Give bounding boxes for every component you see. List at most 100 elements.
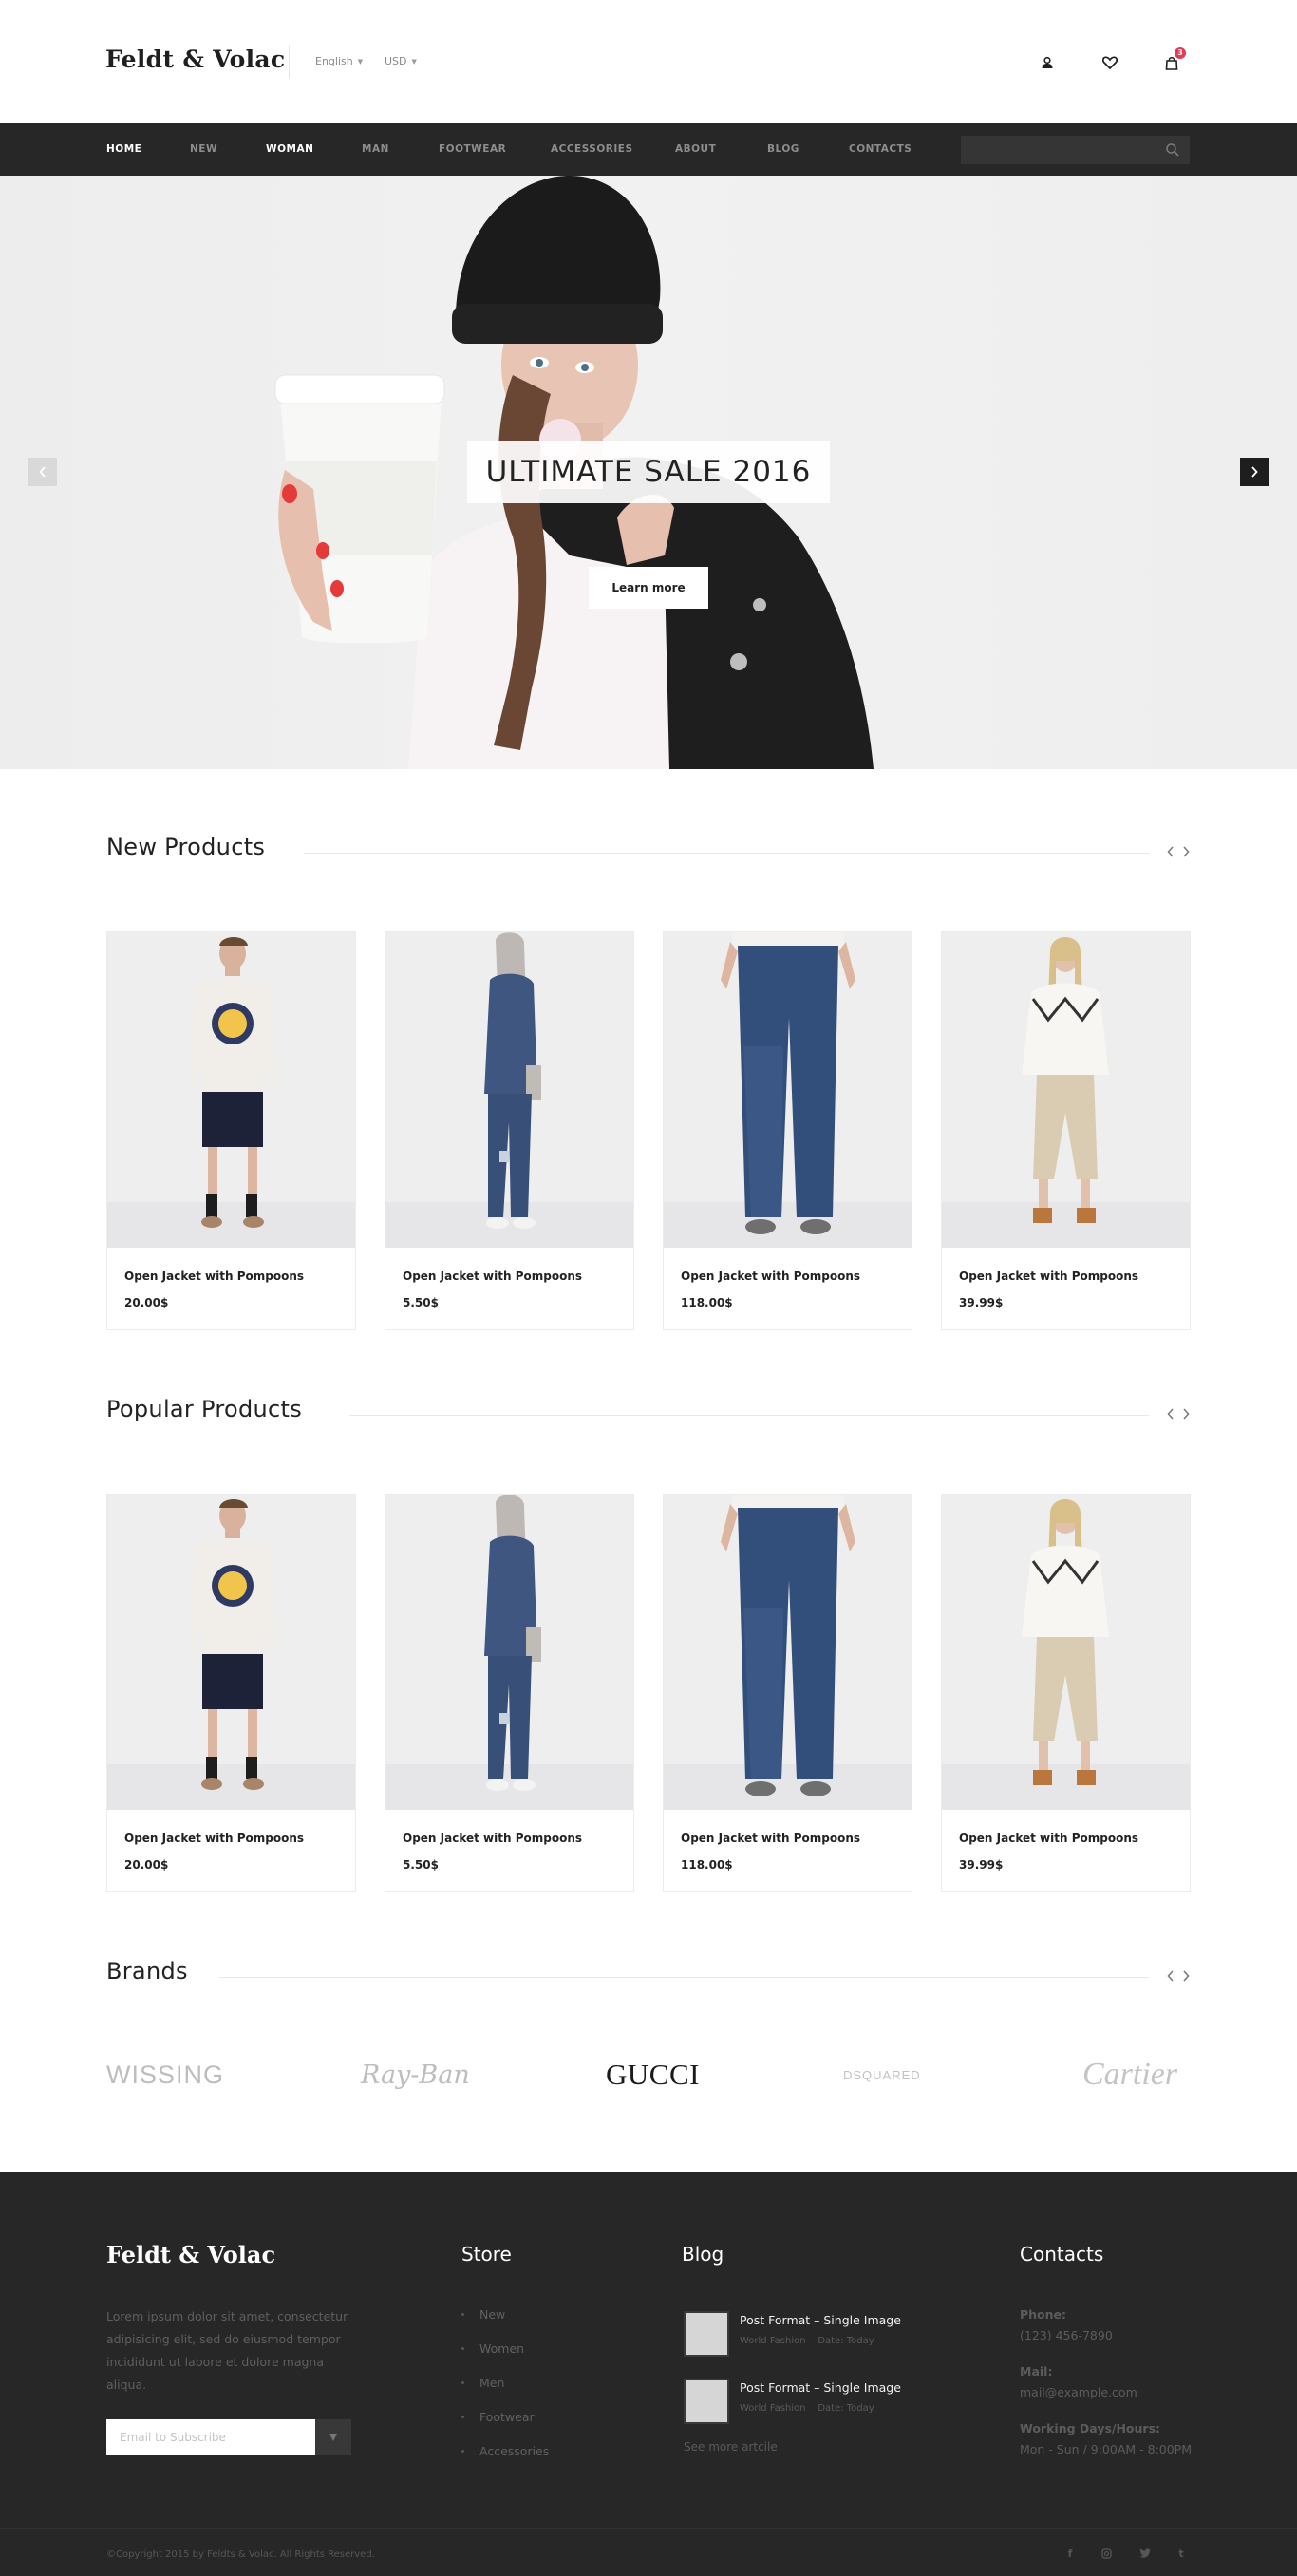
nav-item-accessories[interactable]: ACCESSORIES xyxy=(551,123,633,176)
language-selector[interactable]: English ▼ xyxy=(315,55,363,67)
blog-post-item[interactable]: Post Format – Single Image World Fashion… xyxy=(684,2377,930,2426)
hero-next-button[interactable] xyxy=(1240,458,1269,486)
footer-link-footwear[interactable]: Footwear xyxy=(461,2410,535,2424)
product-image[interactable] xyxy=(664,1495,912,1810)
brand-name: DSQUARED xyxy=(843,2067,921,2082)
product-card[interactable]: Open Jacket with Pompoons 5.50$ xyxy=(385,1494,634,1892)
brand-logo-wissing[interactable]: WISSING xyxy=(106,2046,224,2103)
product-image[interactable] xyxy=(664,932,912,1248)
brand-name: Ray-Ban xyxy=(361,2059,470,2090)
footer-store-title: Store xyxy=(461,2243,512,2266)
carousel-next-button[interactable] xyxy=(1181,1967,1191,1984)
carousel-next-button[interactable] xyxy=(1181,1405,1191,1422)
hero-prev-button[interactable] xyxy=(28,458,57,486)
brand-logo-dsquared[interactable]: DSQUARED xyxy=(843,2046,921,2103)
nav-item-woman[interactable]: WOMAN xyxy=(266,123,313,176)
nav-item-new[interactable]: NEW xyxy=(190,123,217,176)
mail-label: Mail: xyxy=(1020,2364,1053,2379)
product-name[interactable]: Open Jacket with Pompoons xyxy=(959,1832,1138,1845)
footer-logo[interactable]: Feldt & Volac xyxy=(106,2241,275,2268)
cart-button[interactable]: 3 xyxy=(1161,47,1186,73)
carousel-next-button[interactable] xyxy=(1181,843,1191,860)
footer-blog-title: Blog xyxy=(682,2243,724,2266)
brands-carousel: WISSING Ray-Ban GUCCI DSQUARED Cartier xyxy=(106,2046,1191,2103)
brand-logo-cartier[interactable]: Cartier xyxy=(1082,2046,1177,2103)
product-card[interactable]: Open Jacket with Pompoons 20.00$ xyxy=(106,931,356,1330)
product-card[interactable]: Open Jacket with Pompoons 5.50$ xyxy=(385,931,634,1330)
user-icon xyxy=(1042,56,1053,68)
nav-item-footwear[interactable]: FOOTWEAR xyxy=(439,123,506,176)
brand-logo-rayban[interactable]: Ray-Ban xyxy=(361,2046,470,2103)
product-card[interactable]: Open Jacket with Pompoons 118.00$ xyxy=(663,1494,912,1892)
carousel-prev-button[interactable] xyxy=(1166,843,1175,860)
account-button[interactable] xyxy=(1037,52,1058,73)
tumblr-icon[interactable]: t xyxy=(1174,2546,1189,2561)
product-image[interactable] xyxy=(385,1495,633,1810)
product-image[interactable] xyxy=(942,1495,1190,1810)
chevron-down-icon: ▼ xyxy=(411,57,417,66)
phone-label: Phone: xyxy=(1020,2307,1067,2322)
blog-post-date: Date: Today xyxy=(818,2403,874,2414)
subscribe-button[interactable] xyxy=(315,2419,351,2455)
product-card[interactable]: Open Jacket with Pompoons 39.99$ xyxy=(941,931,1191,1330)
footer-link-new[interactable]: New xyxy=(461,2307,505,2322)
nav-item-about[interactable]: ABOUT xyxy=(675,123,716,176)
blog-post-item[interactable]: Post Format – Single Image World Fashion… xyxy=(684,2309,930,2359)
product-card[interactable]: Open Jacket with Pompoons 20.00$ xyxy=(106,1494,356,1892)
wishlist-button[interactable] xyxy=(1100,52,1120,73)
bullet xyxy=(461,2450,464,2453)
footer-link-women[interactable]: Women xyxy=(461,2341,524,2356)
nav-item-blog[interactable]: BLOG xyxy=(767,123,799,176)
divider xyxy=(218,1977,1149,1978)
product-name[interactable]: Open Jacket with Pompoons xyxy=(403,1269,582,1283)
brand-logo-gucci[interactable]: GUCCI xyxy=(606,2046,700,2103)
product-image[interactable] xyxy=(107,932,355,1248)
footer-link-accessories[interactable]: Accessories xyxy=(461,2444,549,2458)
product-image[interactable] xyxy=(107,1495,355,1810)
learn-more-button[interactable]: Learn more xyxy=(589,567,708,609)
currency-selector[interactable]: USD ▼ xyxy=(385,55,417,67)
site-logo[interactable]: Feldt & Volac xyxy=(105,46,285,73)
see-more-articles-link[interactable]: See more artcile xyxy=(684,2440,778,2454)
product-name[interactable]: Open Jacket with Pompoons xyxy=(681,1832,860,1845)
brand-name: Cartier xyxy=(1082,2057,1178,2092)
search-input[interactable] xyxy=(961,136,1160,164)
new-products-header: New Products xyxy=(106,834,1191,872)
chevron-right-icon xyxy=(1183,1970,1190,1982)
carousel-prev-button[interactable] xyxy=(1166,1967,1175,1984)
header-divider xyxy=(289,46,290,78)
product-image[interactable] xyxy=(942,932,1190,1248)
chevron-right-icon xyxy=(1183,846,1190,857)
product-name[interactable]: Open Jacket with Pompoons xyxy=(681,1269,860,1283)
product-name[interactable]: Open Jacket with Pompoons xyxy=(959,1269,1138,1283)
bullet xyxy=(461,2313,464,2316)
product-card[interactable]: Open Jacket with Pompoons 118.00$ xyxy=(663,931,912,1330)
footer-link-men[interactable]: Men xyxy=(461,2376,504,2390)
phone-value[interactable]: (123) 456-7890 xyxy=(1020,2328,1113,2342)
chevron-left-icon xyxy=(1167,1970,1174,1982)
carousel-prev-button[interactable] xyxy=(1166,1405,1175,1422)
chevron-right-icon xyxy=(1183,1408,1190,1420)
email-subscribe-input[interactable] xyxy=(106,2419,315,2455)
nav-item-man[interactable]: MAN xyxy=(362,123,389,176)
product-name[interactable]: Open Jacket with Pompoons xyxy=(124,1832,304,1845)
product-name[interactable]: Open Jacket with Pompoons xyxy=(403,1832,582,1845)
mail-value[interactable]: mail@example.com xyxy=(1020,2385,1137,2399)
instagram-icon[interactable] xyxy=(1099,2546,1114,2561)
product-name[interactable]: Open Jacket with Pompoons xyxy=(124,1269,304,1283)
footer-divider xyxy=(0,2528,1297,2529)
copyright-text: ©Copyright 2015 by Feldts & Volac. All R… xyxy=(106,2549,375,2560)
hours-label: Working Days/Hours: xyxy=(1020,2421,1161,2435)
blog-post-thumbnail xyxy=(684,2311,729,2357)
nav-item-contacts[interactable]: CONTACTS xyxy=(849,123,912,176)
section-title: New Products xyxy=(106,834,266,860)
facebook-icon[interactable]: f xyxy=(1062,2546,1078,2561)
product-card[interactable]: Open Jacket with Pompoons 39.99$ xyxy=(941,1494,1191,1892)
search-icon[interactable] xyxy=(1165,142,1180,158)
twitter-icon[interactable] xyxy=(1137,2546,1153,2561)
chevron-down-icon: ▼ xyxy=(357,57,364,66)
site-footer: Feldt & Volac Lorem ipsum dolor sit amet… xyxy=(0,2172,1297,2576)
nav-item-home[interactable]: HOME xyxy=(106,123,141,176)
product-price: 5.50$ xyxy=(403,1296,439,1309)
product-image[interactable] xyxy=(385,932,633,1248)
